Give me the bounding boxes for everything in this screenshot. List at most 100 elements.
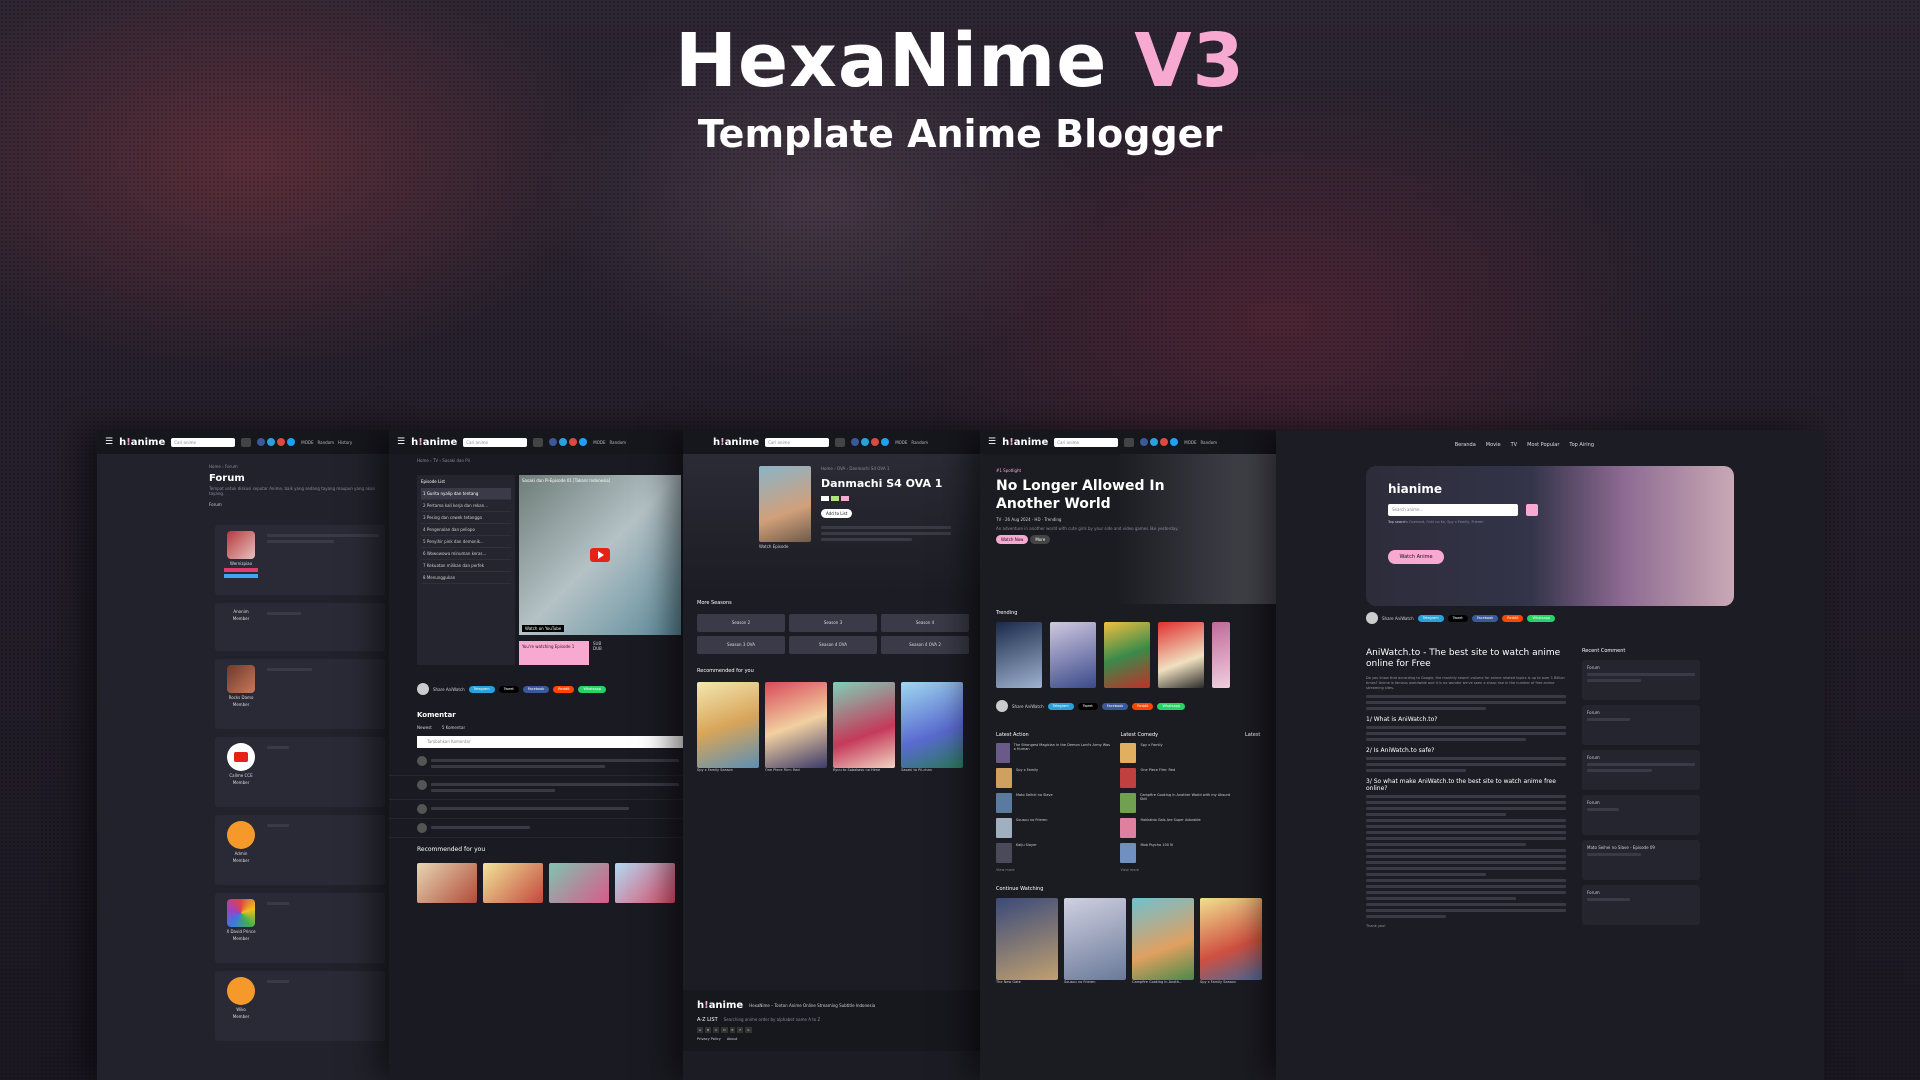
list-item[interactable]: Spy x Family bbox=[1120, 743, 1234, 763]
nav-mode[interactable]: MODE bbox=[301, 440, 313, 445]
search-input[interactable]: Cari anime bbox=[765, 437, 830, 447]
list-item[interactable]: Hokkaido Gals Are Super Adorable bbox=[1120, 818, 1234, 838]
trending-card[interactable] bbox=[1212, 622, 1230, 688]
list-item[interactable]: Mob Psycho 100 III bbox=[1120, 843, 1234, 863]
footer-logo[interactable]: h!anime bbox=[697, 1000, 743, 1011]
trending-card[interactable] bbox=[1104, 622, 1150, 688]
forum-post[interactable]: Callme CCE Member bbox=[215, 737, 385, 807]
view-more-link[interactable]: View more bbox=[1120, 868, 1234, 872]
forum-post[interactable]: Rocks Damo Member bbox=[215, 659, 385, 729]
share-facebook-button[interactable]: Facebook bbox=[1471, 614, 1499, 622]
discord-icon[interactable] bbox=[549, 438, 558, 446]
season-card[interactable]: Season 4 bbox=[881, 614, 969, 632]
forum-post[interactable]: Wiko Member bbox=[215, 971, 385, 1041]
forum-post[interactable]: X David Prince Member bbox=[215, 893, 385, 963]
avatar[interactable] bbox=[417, 780, 427, 790]
episode-item[interactable]: 5 Penyihir pink dan demonik... bbox=[421, 536, 511, 548]
episode-item[interactable]: 4 Pengenalan dan peliopo bbox=[421, 524, 511, 536]
episode-item[interactable]: 3 Pesing dan cewek tetangga bbox=[421, 512, 511, 524]
list-item[interactable]: Mato Seihei no Slave bbox=[996, 793, 1110, 813]
dub-label[interactable]: DUB bbox=[593, 646, 602, 651]
twitter-icon[interactable] bbox=[1170, 438, 1179, 446]
reddit-icon[interactable] bbox=[1160, 438, 1169, 446]
nav-random[interactable]: Random bbox=[911, 440, 928, 445]
episode-item[interactable]: 7 Kekuatan milikan dan perfek bbox=[421, 560, 511, 572]
top-search-links[interactable]: Overlord, Oshi no Ko, Spy x Family, Frie… bbox=[1409, 520, 1484, 524]
anime-card[interactable] bbox=[483, 863, 543, 903]
comment-card[interactable]: Forum bbox=[1582, 885, 1700, 925]
anime-card[interactable]: Ryuu to Sobakasu no Hime bbox=[833, 682, 895, 772]
username[interactable]: Callme CCE bbox=[229, 773, 252, 778]
menu-icon[interactable]: ☰ bbox=[105, 437, 113, 447]
nav-top-airing[interactable]: Top Airing bbox=[1569, 442, 1594, 448]
list-item[interactable]: The Strongest Magician in the Demon Lord… bbox=[996, 743, 1110, 763]
youtube-play-icon[interactable] bbox=[590, 548, 610, 562]
episode-item[interactable]: 6 Wowowowa minuman keras... bbox=[421, 548, 511, 560]
forum-post[interactable]: Anonim Member bbox=[215, 603, 385, 651]
nav-mode[interactable]: MODE bbox=[895, 440, 907, 445]
twitter-icon[interactable] bbox=[287, 438, 296, 446]
site-logo[interactable]: h!anime bbox=[713, 437, 759, 448]
landing-search-input[interactable]: Search anime... bbox=[1388, 504, 1518, 516]
tab-newest[interactable]: Newest bbox=[417, 725, 432, 730]
privacy-link[interactable]: Privacy Policy bbox=[697, 1037, 721, 1041]
avatar[interactable] bbox=[227, 899, 255, 927]
list-item[interactable]: Spy x Family bbox=[996, 768, 1110, 788]
avatar[interactable] bbox=[417, 756, 427, 766]
anime-card[interactable]: Sasaki to Pii-chan bbox=[901, 682, 963, 772]
avatar[interactable] bbox=[417, 804, 427, 814]
avatar[interactable] bbox=[417, 823, 427, 833]
youtube-avatar-icon[interactable] bbox=[227, 743, 255, 771]
nav-random[interactable]: Random bbox=[317, 440, 334, 445]
anime-card[interactable]: Spy x Family Season bbox=[697, 682, 759, 772]
menu-icon[interactable]: ☰ bbox=[397, 437, 405, 447]
site-logo[interactable]: h!anime bbox=[1002, 437, 1048, 448]
list-item[interactable]: Sousou no Frieren bbox=[996, 818, 1110, 838]
season-card[interactable]: Season 3 bbox=[789, 614, 877, 632]
telegram-icon[interactable] bbox=[861, 438, 870, 446]
anime-card[interactable] bbox=[549, 863, 609, 903]
username[interactable]: Wernizpiao bbox=[230, 561, 252, 566]
forum-post[interactable]: Admin Member bbox=[215, 815, 385, 885]
watch-on-youtube-link[interactable]: Watch on YouTube bbox=[522, 625, 565, 632]
share-whatsapp-button[interactable]: Whatsapp bbox=[1157, 702, 1186, 710]
anime-card[interactable] bbox=[417, 863, 477, 903]
discord-icon[interactable] bbox=[257, 438, 266, 446]
nav-tv[interactable]: TV bbox=[1511, 442, 1517, 448]
add-to-list-button[interactable]: Add to List bbox=[821, 509, 853, 518]
telegram-icon[interactable] bbox=[1150, 438, 1159, 446]
anime-card[interactable]: Campfire Cooking in Anoth... bbox=[1132, 898, 1194, 984]
comment-card[interactable]: Mato Seihei no Slave - Episode 09 bbox=[1582, 840, 1700, 880]
letter-button[interactable]: G bbox=[745, 1027, 752, 1033]
search-button[interactable] bbox=[533, 437, 544, 447]
nav-history[interactable]: History bbox=[338, 440, 352, 445]
search-button[interactable] bbox=[1124, 437, 1135, 447]
nav-movie[interactable]: Movie bbox=[1486, 442, 1501, 448]
more-button[interactable]: More bbox=[1030, 535, 1051, 544]
letter-button[interactable]: D bbox=[721, 1027, 728, 1033]
search-input[interactable]: Cari anime bbox=[463, 437, 528, 447]
share-reddit-button[interactable]: Reddit bbox=[553, 685, 575, 693]
anime-card[interactable]: One Piece Film: Red bbox=[765, 682, 827, 772]
share-whatsapp-button[interactable]: Whatsapp bbox=[578, 685, 607, 693]
breadcrumb[interactable]: Home › TV › Sasaki dan Pii bbox=[389, 454, 689, 467]
season-card[interactable]: Season 2 bbox=[697, 614, 785, 632]
share-tweet-button[interactable]: Tweet bbox=[1077, 702, 1098, 710]
landing-logo[interactable]: hianime bbox=[1388, 482, 1712, 496]
comment-card[interactable]: Forum bbox=[1582, 705, 1700, 745]
site-logo[interactable]: h!anime bbox=[119, 437, 165, 448]
search-input[interactable]: Cari anime bbox=[171, 437, 236, 447]
menu-icon[interactable]: ☰ bbox=[988, 437, 996, 447]
breadcrumb[interactable]: Home › Forum bbox=[209, 464, 385, 469]
share-tweet-button[interactable]: Tweet bbox=[1447, 614, 1468, 622]
avatar[interactable] bbox=[227, 531, 255, 559]
comment-card[interactable]: Forum bbox=[1582, 795, 1700, 835]
watch-now-button[interactable]: Watch Now bbox=[996, 535, 1029, 544]
watch-anime-button[interactable]: Watch Anime bbox=[1388, 550, 1444, 564]
share-telegram-button[interactable]: Telegram bbox=[468, 685, 495, 693]
twitter-icon[interactable] bbox=[881, 438, 890, 446]
trending-card[interactable] bbox=[1050, 622, 1096, 688]
anime-card[interactable] bbox=[615, 863, 675, 903]
anime-card[interactable]: Spy x Family Season bbox=[1200, 898, 1262, 984]
discord-icon[interactable] bbox=[1140, 438, 1149, 446]
